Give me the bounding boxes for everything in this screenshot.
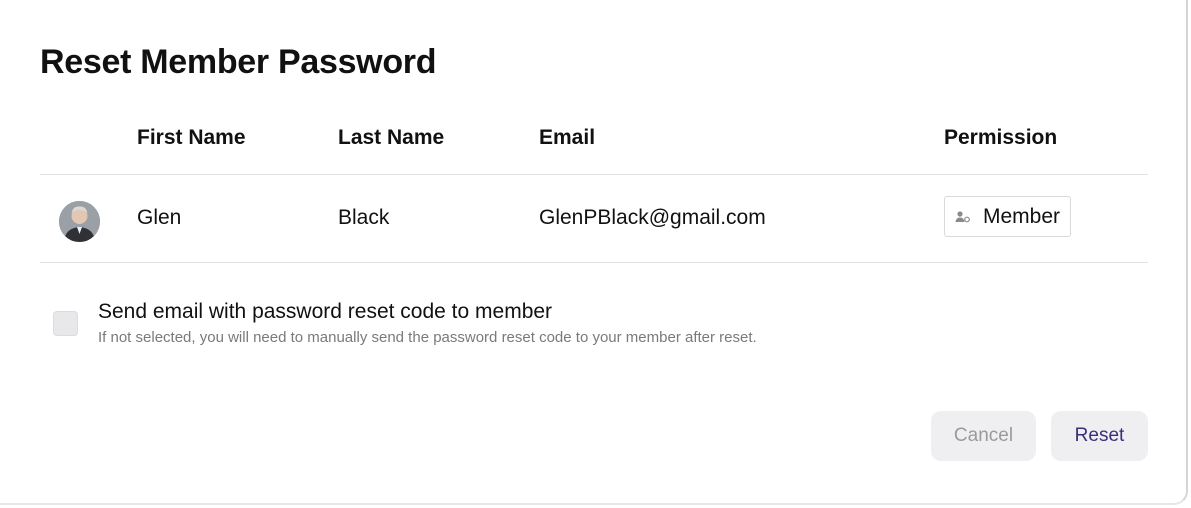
reset-password-dialog: Reset Member Password First Name Last Na… xyxy=(0,0,1188,505)
dialog-title: Reset Member Password xyxy=(40,43,437,81)
header-permission: Permission xyxy=(944,126,1058,149)
cell-first-name: Glen xyxy=(137,206,182,229)
avatar-photo xyxy=(59,201,100,242)
permission-label: Member xyxy=(983,204,1061,228)
send-email-checkbox[interactable] xyxy=(53,311,78,336)
avatar xyxy=(59,201,100,242)
table-row: Glen Black GlenPBlack@gmail.com Member xyxy=(40,175,1148,263)
member-table: First Name Last Name Email Permission Gl… xyxy=(40,110,1148,263)
send-email-help: If not selected, you will need to manual… xyxy=(98,329,757,346)
header-email: Email xyxy=(539,126,596,149)
header-last-name: Last Name xyxy=(338,126,445,149)
member-user-icon xyxy=(955,210,970,222)
cell-email: GlenPBlack@gmail.com xyxy=(539,206,766,229)
cell-last-name: Black xyxy=(338,206,390,229)
table-header: First Name Last Name Email Permission xyxy=(40,110,1148,175)
permission-chip: Member xyxy=(944,196,1072,237)
send-email-label: Send email with password reset code to m… xyxy=(98,300,553,323)
header-first-name: First Name xyxy=(137,126,246,149)
reset-button[interactable]: Reset xyxy=(1051,411,1148,461)
cancel-button[interactable]: Cancel xyxy=(931,411,1036,461)
